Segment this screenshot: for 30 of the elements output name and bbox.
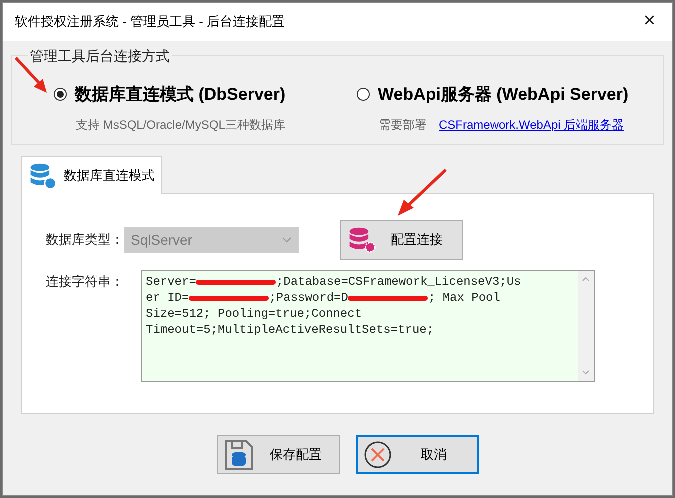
tab[interactable]: 数据库直连模式 [21, 156, 162, 194]
radio-button[interactable] [357, 88, 370, 102]
connection-string-text: er ID= [146, 290, 190, 306]
scroll-up-icon [582, 277, 590, 282]
database-gear-icon [347, 225, 377, 255]
cancel-button[interactable]: 取消 [356, 435, 478, 474]
save-button[interactable]: 保存配置 [216, 435, 340, 474]
connection-string-text: Timeout=5;MultipleActiveResultSets=true; [146, 322, 434, 338]
option-note: 需要部署 [379, 116, 427, 134]
configure-connection-button[interactable]: 配置连接 [340, 220, 463, 260]
radio-button[interactable] [54, 88, 67, 102]
close-button[interactable]: ✕ [643, 10, 656, 34]
connection-string-text: Server= [146, 274, 196, 290]
annotation-arrow [396, 168, 448, 218]
field-label: 数据库类型： [46, 231, 124, 250]
chevron-down-icon [282, 237, 292, 243]
radio-label[interactable]: WebApi服务器 (WebApi Server) [378, 82, 629, 108]
cancel-icon [364, 440, 392, 468]
link[interactable]: CSFramework.WebApi 后端服务器 [439, 116, 624, 134]
scroll-down-icon [582, 370, 590, 375]
window-title: 软件授权注册系统 - 管理员工具 - 后台连接配置 [15, 13, 286, 32]
radio-label[interactable]: 数据库直连模式 (DbServer) [75, 82, 286, 108]
connection-string-text: ; Max Pool [428, 290, 500, 306]
connection-string-text: ;Password=D [269, 290, 348, 306]
connection-string-text: Size=512; Pooling=true;Connect [146, 306, 362, 322]
connection-string-field[interactable]: Server= ;Database=CSFramework_LicenseV3;Us er ID= ;Password=D ; Max Pool Size=512; Pooling=true;Connect Timeout=5;MultipleActiveResultSets=true; [141, 270, 595, 382]
option-note: 支持 MsSQL/Oracle/MySQL三种数据库 [76, 116, 286, 134]
connection-string-text: ;Database=CSFramework_LicenseV3;Us [276, 274, 522, 290]
save-database-icon [224, 438, 254, 470]
field-label: 连接字符串： [46, 273, 125, 291]
